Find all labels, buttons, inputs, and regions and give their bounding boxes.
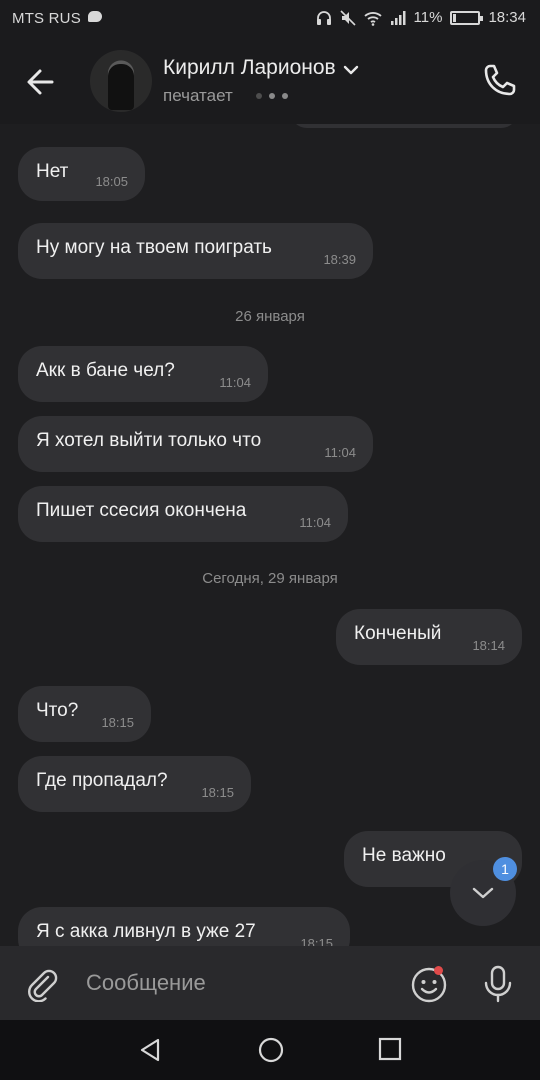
message-bubble-outgoing[interactable]: Конченый 18:14 [336, 609, 522, 665]
avatar[interactable] [90, 50, 152, 112]
headset-icon [316, 10, 331, 25]
message-bubble-incoming[interactable]: Я хотел выйти только что 11:04 [18, 416, 373, 472]
message-time: 11:04 [299, 515, 331, 530]
message-text: Конченый [354, 623, 442, 644]
message-bubble-incoming[interactable]: Пишет ссесия окончена 11:04 [18, 486, 348, 542]
status-bar: MTS RUS 11% 18:34 [0, 0, 540, 38]
wifi-icon [363, 11, 382, 26]
message-input[interactable] [86, 968, 386, 998]
message-text: Я с акка ливнул в уже 27 [36, 921, 256, 942]
message-bubble-incoming[interactable]: Где пропадал? 18:15 [18, 756, 251, 812]
typing-status: печатает [163, 86, 233, 105]
battery-icon [450, 10, 484, 25]
unread-count-badge: 1 [493, 857, 517, 881]
message-text: Не важно [362, 845, 446, 866]
message-time: 18:05 [95, 174, 128, 189]
message-time: 18:15 [101, 715, 134, 730]
battery-percent: 11% [413, 9, 443, 26]
chevron-down-icon[interactable] [343, 62, 359, 78]
message-bubble-incoming[interactable]: Акк в бане чел? 11:04 [18, 346, 268, 402]
battery-fill [453, 13, 457, 22]
message-text: Акк в бане чел? [36, 360, 175, 381]
contact-name[interactable]: Кирилл Ларионов [163, 56, 336, 80]
carrier-label: MTS RUS [12, 10, 81, 27]
system-navigation-bar [0, 1020, 540, 1080]
message-time: 18:15 [201, 785, 234, 800]
signal-icon [390, 10, 406, 25]
message-text: Что? [36, 700, 79, 721]
message-text: Нет [36, 161, 69, 182]
message-time: 18:15 [300, 936, 333, 946]
message-text: Ну могу на твоем поиграть [36, 237, 272, 258]
avatar-silhouette [108, 64, 134, 110]
nav-back-icon[interactable] [138, 1037, 162, 1063]
message-time: 11:04 [219, 375, 251, 390]
message-composer [0, 946, 540, 1020]
date-separator: Сегодня, 29 января [202, 570, 338, 587]
notification-dot [434, 966, 443, 975]
message-bubble-incoming[interactable]: Ну могу на твоем поиграть 18:39 [18, 223, 373, 279]
chat-header: Кирилл Ларионов печатает [0, 38, 540, 124]
microphone-icon[interactable] [480, 964, 516, 1004]
message-time: 18:14 [472, 638, 505, 653]
message-icon [88, 11, 102, 22]
message-text: Я хотел выйти только что [36, 430, 262, 451]
message-list[interactable]: Нет 18:05 Ну могу на твоем поиграть 18:3… [0, 124, 540, 946]
clock: 18:34 [488, 9, 526, 26]
chevron-down-icon [472, 887, 494, 899]
mute-icon [339, 9, 356, 26]
nav-recent-apps-icon[interactable] [378, 1037, 402, 1061]
message-text: Где пропадал? [36, 770, 168, 791]
nav-home-icon[interactable] [257, 1036, 285, 1064]
message-bubble-incoming[interactable]: Нет 18:05 [18, 147, 145, 201]
phone-icon[interactable] [480, 60, 520, 100]
message-bubble-incoming[interactable]: Я с акка ливнул в уже 27 18:15 [18, 907, 350, 946]
paperclip-icon[interactable] [24, 966, 60, 1002]
message-text: Пишет ссесия окончена [36, 500, 247, 521]
previous-message-bubble[interactable] [290, 124, 518, 128]
date-separator: 26 января [235, 308, 305, 325]
message-time: 11:04 [324, 445, 356, 460]
status-icons: 11% 18:34 [316, 9, 526, 26]
back-arrow-icon[interactable] [22, 62, 62, 102]
typing-dots-icon [256, 93, 288, 99]
message-time: 18:39 [323, 252, 356, 267]
message-bubble-incoming[interactable]: Что? 18:15 [18, 686, 151, 742]
